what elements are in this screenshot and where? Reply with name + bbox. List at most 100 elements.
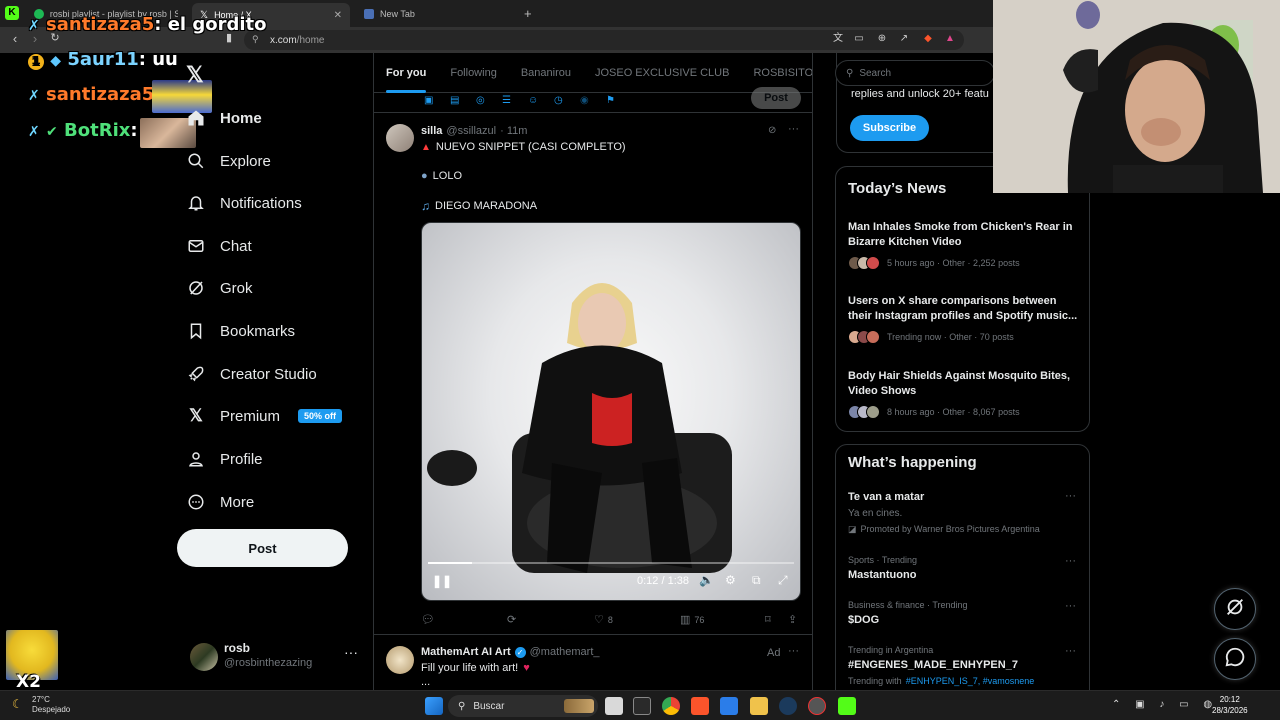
windows-start-icon[interactable] bbox=[425, 697, 443, 715]
more-horizontal-icon[interactable]: ··· bbox=[788, 645, 799, 657]
views-button[interactable]: ▥ 76 bbox=[680, 613, 704, 626]
more-horizontal-icon[interactable]: ··· bbox=[1065, 490, 1076, 502]
chrome-icon[interactable] bbox=[662, 697, 680, 715]
nav-creator-studio[interactable]: Creator Studio bbox=[186, 356, 317, 392]
composer-post-button[interactable]: Post bbox=[751, 87, 801, 109]
tray-icons[interactable]: ⌃ ▣ ♪ ▭ ◍ bbox=[1112, 699, 1218, 710]
grok-icon[interactable]: ⊘ bbox=[768, 125, 776, 136]
tab-bananirou[interactable]: Bananirou bbox=[509, 53, 583, 93]
account-switcher[interactable]: rosb @rosbinthezazing ··· bbox=[186, 638, 366, 678]
nav-more[interactable]: More bbox=[186, 484, 254, 520]
subscribe-button[interactable]: Subscribe bbox=[850, 115, 929, 141]
close-tab-icon[interactable]: ✕ bbox=[334, 10, 342, 21]
gif-icon[interactable]: ▤ bbox=[450, 95, 459, 106]
location-icon[interactable]: ◉ bbox=[580, 95, 589, 106]
news-headline[interactable]: Users on X share comparisons between the… bbox=[848, 294, 1082, 324]
weather-widget[interactable]: ☾ 27°C Despejado bbox=[12, 695, 70, 715]
nav-home[interactable]: Home bbox=[186, 100, 262, 136]
video-player[interactable]: ❚❚ 0:12 / 1:38 🔈 ⚙ ⧉ ⤢ bbox=[421, 222, 801, 601]
trend-name[interactable]: Mastantuono bbox=[848, 569, 916, 581]
nav-explore[interactable]: Explore bbox=[186, 143, 271, 179]
pip-icon[interactable]: ⧉ bbox=[752, 573, 761, 588]
kick-icon[interactable] bbox=[838, 697, 856, 715]
video-progress-track[interactable] bbox=[428, 562, 794, 564]
more-horizontal-icon[interactable]: ··· bbox=[1065, 555, 1076, 567]
file-explorer-icon[interactable] bbox=[750, 697, 768, 715]
post[interactable]: silla @ssillazul · 11m ⊘ ··· ▲ NUEVO SNI… bbox=[374, 114, 812, 635]
avatar[interactable] bbox=[386, 646, 414, 674]
news-headline[interactable]: Body Hair Shields Against Mosquito Bites… bbox=[848, 369, 1082, 399]
post-ad[interactable]: MathemArt AI Art ✓ @mathemart_ Ad ··· Fi… bbox=[374, 636, 812, 690]
fullscreen-icon[interactable]: ⤢ bbox=[778, 573, 788, 588]
tab-new-tab[interactable]: New Tab bbox=[356, 4, 516, 24]
tab-following[interactable]: Following bbox=[438, 53, 508, 93]
news-meta: Trending now · Other · 70 posts bbox=[848, 330, 1014, 344]
tab-joseo-exclusive-club[interactable]: JOSEO EXCLUSIVE CLUB bbox=[583, 53, 742, 93]
avatar[interactable] bbox=[386, 124, 414, 152]
post-time[interactable]: · 11m bbox=[500, 125, 527, 137]
epic-games-icon[interactable] bbox=[633, 697, 651, 715]
back-icon[interactable]: ‹ bbox=[6, 31, 24, 46]
brave-icon[interactable] bbox=[691, 697, 709, 715]
kick-app-icon[interactable]: K bbox=[5, 6, 19, 20]
author-name[interactable]: MathemArt AI Art bbox=[421, 646, 511, 658]
store-icon[interactable] bbox=[720, 697, 738, 715]
nav-bookmarks[interactable]: Bookmarks bbox=[186, 313, 295, 349]
new-tab-button[interactable]: + bbox=[524, 6, 532, 21]
bookmark-button[interactable]: ⌑ bbox=[765, 613, 771, 626]
emoji-icon[interactable]: ☺ bbox=[528, 95, 538, 106]
post-text-ellipsis: ... bbox=[421, 676, 431, 688]
share-icon[interactable]: ↗ bbox=[898, 33, 910, 45]
brave-rewards-icon[interactable]: ▲ bbox=[944, 33, 956, 45]
more-horizontal-icon[interactable]: ··· bbox=[1065, 600, 1076, 612]
share-button[interactable]: ⇪ bbox=[788, 613, 797, 626]
cast-icon[interactable]: ▭ bbox=[853, 33, 865, 45]
volume-icon[interactable]: 🔈 bbox=[699, 573, 714, 587]
more-horizontal-icon[interactable]: ··· bbox=[344, 644, 358, 660]
news-headline[interactable]: Man Inhales Smoke from Chicken's Rear in… bbox=[848, 220, 1082, 250]
timeline: For you Following Bananirou JOSEO EXCLUS… bbox=[373, 53, 813, 690]
trend-name[interactable]: #ENGENES_MADE_ENHYPEN_7 bbox=[848, 659, 1018, 671]
task-view-icon[interactable] bbox=[605, 697, 623, 715]
nav-premium[interactable]: 𝕏 Premium 50% off bbox=[186, 398, 343, 434]
more-horizontal-icon[interactable]: ··· bbox=[788, 123, 799, 135]
post-button[interactable]: Post bbox=[177, 529, 348, 567]
trend-name[interactable]: $DOG bbox=[848, 614, 879, 626]
x-logo-icon[interactable]: 𝕏 bbox=[186, 62, 204, 88]
image-icon[interactable]: ▣ bbox=[424, 95, 433, 106]
author-handle[interactable]: @ssillazul bbox=[446, 125, 496, 137]
tab-for-you[interactable]: For you bbox=[374, 53, 438, 93]
trend-with-links[interactable]: #ENHYPEN_IS_7, #vamosnene bbox=[906, 676, 1035, 686]
settings-icon[interactable]: ⚙ bbox=[725, 573, 736, 587]
search-input[interactable]: ⚲ Search bbox=[835, 60, 995, 86]
nav-grok[interactable]: Grok bbox=[186, 270, 253, 306]
like-button[interactable]: ♡ 8 bbox=[594, 613, 613, 626]
grok-fab-button[interactable] bbox=[1214, 588, 1256, 630]
taskbar-search[interactable]: ⚲ Buscar bbox=[448, 695, 598, 717]
nav-chat[interactable]: Chat bbox=[186, 228, 252, 264]
steam-icon[interactable] bbox=[779, 697, 797, 715]
nav-profile[interactable]: Profile bbox=[186, 441, 263, 477]
translate-icon[interactable]: 文 bbox=[832, 33, 844, 45]
schedule-icon[interactable]: ◷ bbox=[554, 95, 563, 106]
nav-notifications[interactable]: Notifications bbox=[186, 185, 302, 221]
author-name[interactable]: silla bbox=[421, 125, 442, 137]
flag-icon[interactable]: ⚑ bbox=[606, 95, 615, 106]
account-handle: @rosbinthezazing bbox=[224, 657, 313, 669]
person-icon bbox=[186, 449, 206, 469]
reply-button[interactable]: 💬︎ bbox=[421, 613, 435, 626]
more-horizontal-icon[interactable]: ··· bbox=[1065, 645, 1076, 657]
trend-name[interactable]: Te van a matar bbox=[848, 491, 924, 503]
repost-button[interactable]: ⟳ bbox=[507, 613, 516, 626]
clock[interactable]: 20:12 28/3/2026 bbox=[1212, 694, 1248, 716]
music-note-icon: ♫ bbox=[421, 199, 430, 213]
app-icon[interactable] bbox=[808, 697, 826, 715]
messages-fab-button[interactable] bbox=[1214, 638, 1256, 680]
pause-icon[interactable]: ❚❚ bbox=[432, 574, 452, 588]
grok-icon[interactable]: ◎ bbox=[476, 95, 485, 106]
zoom-icon[interactable]: ⊕ bbox=[876, 33, 888, 45]
poll-icon[interactable]: ☰ bbox=[502, 95, 511, 106]
author-handle[interactable]: @mathemart_ bbox=[530, 646, 600, 658]
brave-shield-icon[interactable]: ◆ bbox=[922, 33, 934, 45]
site-info-icon[interactable]: ⚲ bbox=[252, 34, 259, 45]
